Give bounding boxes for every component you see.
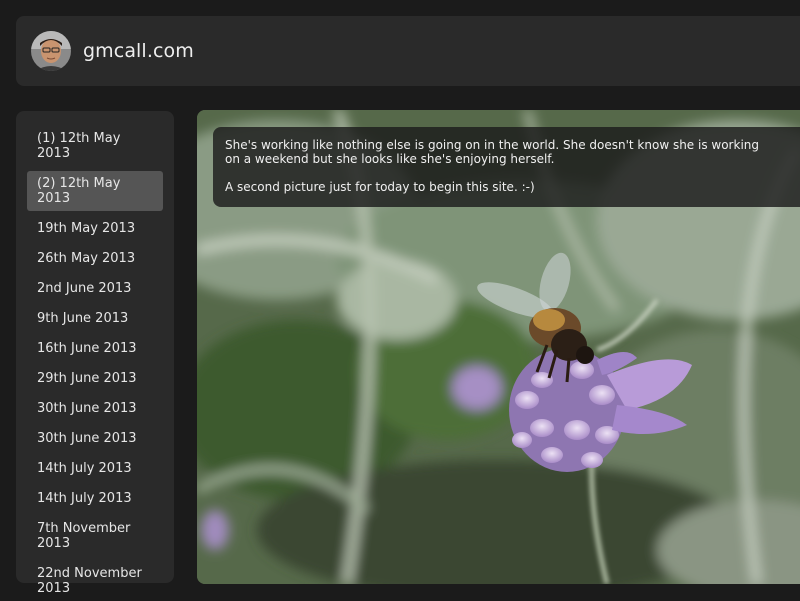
sidebar-item-post-date[interactable]: (1) 12th May 2013 bbox=[27, 126, 163, 166]
post-caption: She's working like nothing else is going… bbox=[213, 127, 800, 207]
site-header: gmcall.com bbox=[16, 16, 800, 86]
sidebar-item-post-date[interactable]: 7th November 2013 bbox=[27, 516, 163, 556]
site-title[interactable]: gmcall.com bbox=[83, 40, 194, 62]
sidebar-item-post-date[interactable]: 26th May 2013 bbox=[27, 246, 163, 271]
caption-paragraph: She's working like nothing else is going… bbox=[225, 138, 759, 166]
sidebar-item-post-date[interactable]: 30th June 2013 bbox=[27, 396, 163, 421]
sidebar-item-post-date[interactable]: 16th June 2013 bbox=[27, 336, 163, 361]
sidebar-item-post-date[interactable]: 9th June 2013 bbox=[27, 306, 163, 331]
sidebar-item-post-date[interactable]: (2) 12th May 2013 bbox=[27, 171, 163, 211]
sidebar-item-post-date[interactable]: 22nd November 2013 bbox=[27, 561, 163, 601]
sidebar-item-post-date[interactable]: 30th June 2013 bbox=[27, 426, 163, 451]
sidebar-item-post-date[interactable]: 2nd June 2013 bbox=[27, 276, 163, 301]
post-date-sidebar: (1) 12th May 2013 (2) 12th May 2013 19th M… bbox=[16, 111, 174, 596]
sidebar-item-post-date[interactable]: 29th June 2013 bbox=[27, 366, 163, 391]
avatar[interactable] bbox=[31, 31, 71, 71]
sidebar-item-post-date[interactable]: 14th July 2013 bbox=[27, 456, 163, 481]
caption-paragraph: A second picture just for today to begin… bbox=[225, 180, 535, 194]
user-avatar-icon bbox=[31, 31, 71, 71]
sidebar-item-post-date[interactable]: 14th July 2013 bbox=[27, 486, 163, 511]
sidebar-item-post-date[interactable]: 19th May 2013 bbox=[27, 216, 163, 241]
